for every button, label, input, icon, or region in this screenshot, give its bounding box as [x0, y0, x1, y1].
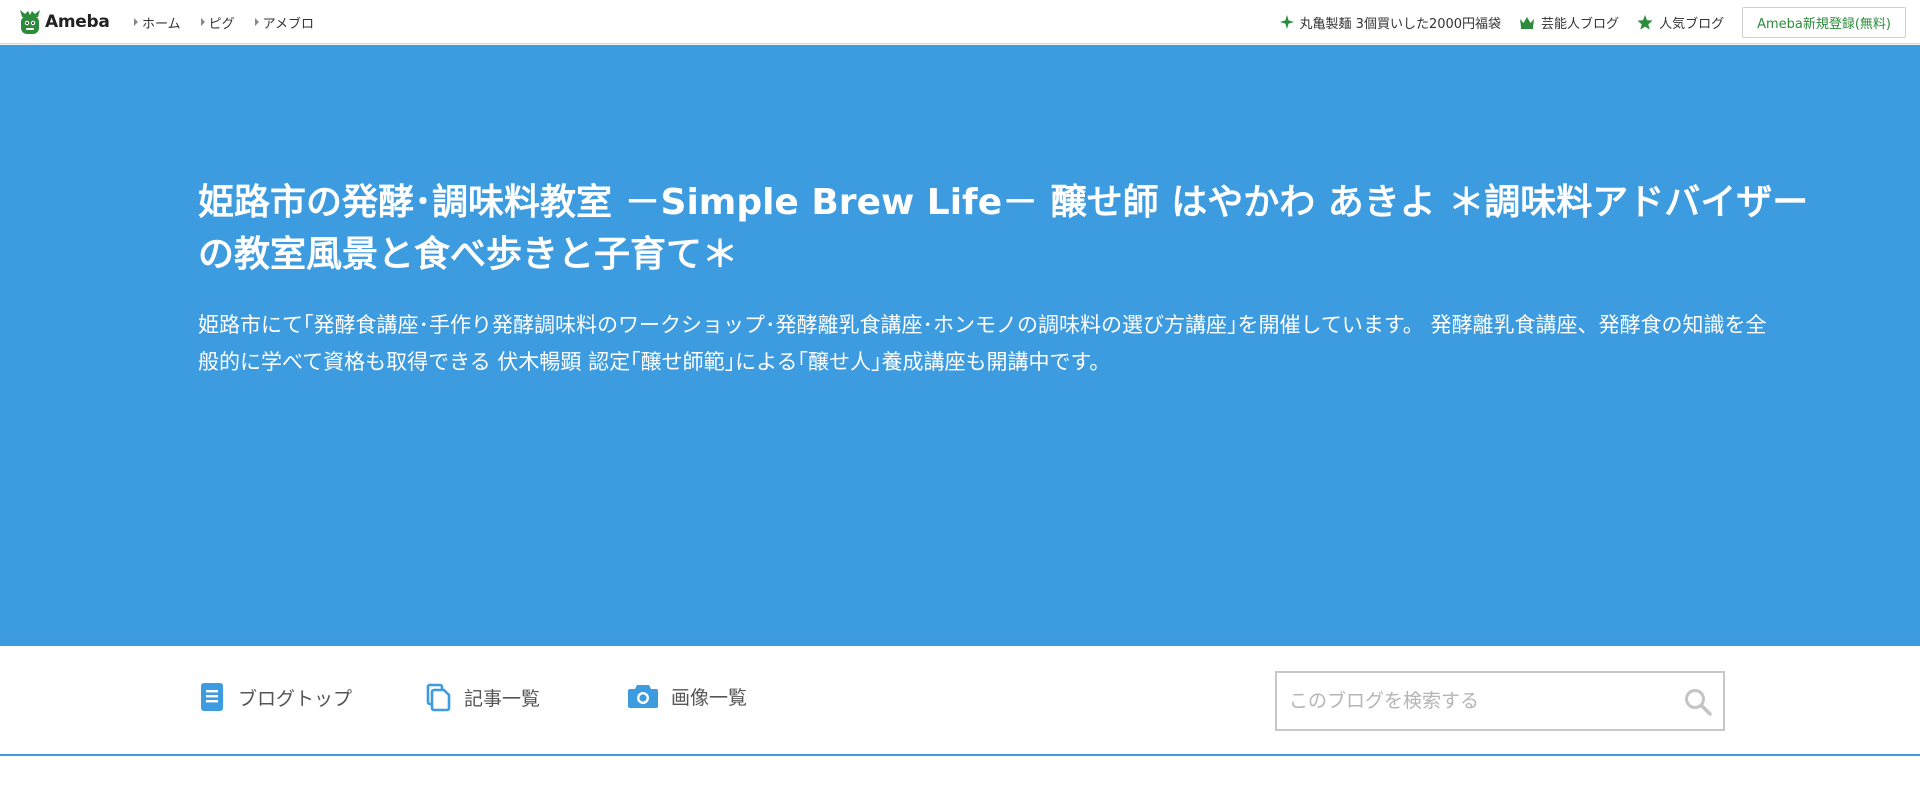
subnav-blog-top[interactable]: ブログトップ [198, 682, 352, 712]
celebrity-blog-link[interactable]: 芸能人ブログ [1519, 13, 1619, 32]
nav-home-label: ホーム [142, 16, 181, 32]
caret-right-icon [134, 18, 138, 26]
global-nav: ホーム ピグ アメブロ [134, 0, 314, 44]
camera-icon [628, 685, 658, 708]
register-button[interactable]: Ameba新規登録(無料) [1742, 6, 1906, 38]
subnav-blog-top-label: ブログトップ [238, 687, 353, 710]
caret-right-icon [254, 18, 259, 26]
logo-text: Ameba [45, 12, 110, 32]
celebrity-blog-label: 芸能人ブログ [1541, 16, 1620, 32]
blog-header-banner: 姫路市の発酵･調味料教室 －Simple Brew Life－ 醸せ師 はやかわ… [0, 45, 1920, 646]
document-icon [201, 683, 223, 711]
subnav-article-list[interactable]: 記事一覧 [424, 682, 540, 712]
caret-right-icon [200, 18, 205, 26]
ameba-mascot-icon [20, 10, 40, 34]
nav-pigg-link[interactable]: ピグ [200, 13, 235, 32]
popular-blog-link[interactable]: 人気ブログ [1637, 13, 1724, 32]
header-right: 丸亀製麺 3個買いした2000円福袋 芸能人ブログ 人気ブログ Ameba新規登… [1279, 0, 1906, 44]
star-icon [1637, 14, 1653, 30]
blog-search-box [1275, 671, 1725, 731]
blog-subnav: ブログトップ 記事一覧 画像一覧 [0, 646, 1920, 756]
nav-ameblo-label: アメブロ [262, 16, 314, 32]
global-header: Ameba ホーム ピグ アメブロ 丸亀製麺 3個買いした2000円福袋 芸能人… [0, 0, 1920, 44]
blog-title[interactable]: 姫路市の発酵･調味料教室 －Simple Brew Life－ 醸せ師 はやかわ… [198, 177, 1818, 281]
popular-blog-label: 人気ブログ [1659, 16, 1725, 32]
promo-link[interactable]: 丸亀製麺 3個買いした2000円福袋 [1279, 13, 1502, 32]
sparkle-icon [1279, 15, 1294, 29]
nav-home-link[interactable]: ホーム [134, 13, 181, 32]
subnav-article-list-label: 記事一覧 [464, 687, 541, 710]
nav-pigg-label: ピグ [208, 16, 235, 32]
blog-search-input[interactable] [1277, 673, 1667, 729]
nav-ameblo-link[interactable]: アメブロ [254, 13, 314, 32]
promo-label: 丸亀製麺 3個買いした2000円福袋 [1299, 16, 1502, 32]
subnav-image-list[interactable]: 画像一覧 [627, 682, 747, 710]
search-icon[interactable] [1683, 687, 1713, 717]
ameba-logo[interactable]: Ameba [19, 8, 110, 36]
crown-icon [1520, 16, 1535, 29]
copy-icon [426, 683, 451, 712]
subnav-image-list-label: 画像一覧 [671, 686, 748, 709]
blog-description: 姫路市にて｢発酵食講座･手作り発酵調味料のワークショップ･発酵離乳食講座･ホンモ… [198, 313, 1767, 374]
